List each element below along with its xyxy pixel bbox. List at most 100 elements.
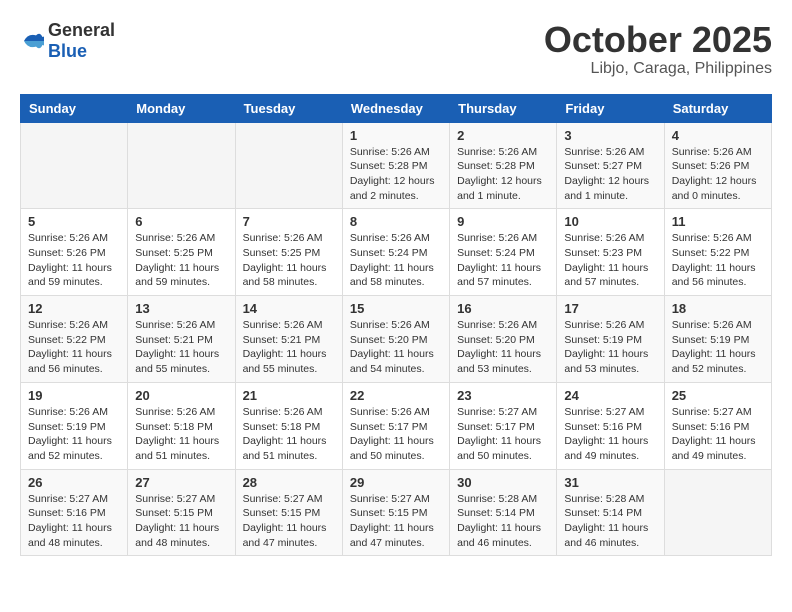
calendar-cell: 27 Sunrise: 5:27 AM Sunset: 5:15 PM Dayli…: [128, 469, 235, 556]
day-number: 7: [243, 214, 335, 229]
calendar-cell: 18Sunrise: 5:26 AM Sunset: 5:19 PM Dayli…: [664, 296, 771, 383]
month-title: October 2025: [544, 20, 772, 60]
weekday-header: Tuesday: [235, 94, 342, 122]
day-number: 17: [564, 301, 656, 316]
day-info: Sunrise: 5:27 AM Sunset: 5:17 PM Dayligh…: [457, 405, 549, 464]
calendar-cell: 31 Sunrise: 5:28 AM Sunset: 5:14 PM Dayli…: [557, 469, 664, 556]
day-info: Sunrise: 5:26 AM Sunset: 5:25 PM Dayligh…: [135, 231, 227, 290]
day-info: Sunrise: 5:26 AM Sunset: 5:28 PM Dayligh…: [350, 145, 442, 204]
calendar-cell: 19Sunrise: 5:26 AM Sunset: 5:19 PM Dayli…: [21, 382, 128, 469]
day-info: Sunrise: 5:26 AM Sunset: 5:28 PM Dayligh…: [457, 145, 549, 204]
day-info: Sunrise: 5:26 AM Sunset: 5:19 PM Dayligh…: [672, 318, 764, 377]
calendar-cell: [21, 122, 128, 209]
day-info: Sunrise: 5:27 AM Sunset: 5:15 PM Dayligh…: [243, 492, 335, 551]
calendar-cell: 12 Sunrise: 5:26 AM Sunset: 5:22 PM Dayli…: [21, 296, 128, 383]
calendar-cell: 8Sunrise: 5:26 AM Sunset: 5:24 PM Daylig…: [342, 209, 449, 296]
weekday-header: Sunday: [21, 94, 128, 122]
day-info: Sunrise: 5:26 AM Sunset: 5:19 PM Dayligh…: [564, 318, 656, 377]
day-number: 24: [564, 388, 656, 403]
day-info: Sunrise: 5:26 AM Sunset: 5:17 PM Dayligh…: [350, 405, 442, 464]
day-number: 31: [564, 475, 656, 490]
calendar-cell: 28 Sunrise: 5:27 AM Sunset: 5:15 PM Dayli…: [235, 469, 342, 556]
calendar-cell: 22 Sunrise: 5:26 AM Sunset: 5:17 PM Dayli…: [342, 382, 449, 469]
calendar-cell: 6 Sunrise: 5:26 AM Sunset: 5:25 PM Daylig…: [128, 209, 235, 296]
day-number: 15: [350, 301, 442, 316]
day-info: Sunrise: 5:26 AM Sunset: 5:23 PM Dayligh…: [564, 231, 656, 290]
title-area: October 2025 Libjo, Caraga, Philippines: [544, 20, 772, 78]
day-info: Sunrise: 5:26 AM Sunset: 5:18 PM Dayligh…: [135, 405, 227, 464]
day-number: 2: [457, 128, 549, 143]
day-info: Sunrise: 5:26 AM Sunset: 5:22 PM Dayligh…: [672, 231, 764, 290]
calendar-cell: 26 Sunrise: 5:27 AM Sunset: 5:16 PM Dayli…: [21, 469, 128, 556]
calendar-week-row: 1 Sunrise: 5:26 AM Sunset: 5:28 PM Daylig…: [21, 122, 772, 209]
day-info: Sunrise: 5:27 AM Sunset: 5:15 PM Dayligh…: [135, 492, 227, 551]
calendar-cell: 17 Sunrise: 5:26 AM Sunset: 5:19 PM Dayli…: [557, 296, 664, 383]
day-info: Sunrise: 5:27 AM Sunset: 5:16 PM Dayligh…: [28, 492, 120, 551]
weekday-header: Saturday: [664, 94, 771, 122]
calendar: SundayMondayTuesdayWednesdayThursdayFrid…: [20, 94, 772, 557]
day-number: 12: [28, 301, 120, 316]
calendar-cell: 20 Sunrise: 5:26 AM Sunset: 5:18 PM Dayli…: [128, 382, 235, 469]
day-number: 14: [243, 301, 335, 316]
calendar-cell: 24Sunrise: 5:27 AM Sunset: 5:16 PM Dayli…: [557, 382, 664, 469]
calendar-cell: 23Sunrise: 5:27 AM Sunset: 5:17 PM Dayli…: [450, 382, 557, 469]
calendar-cell: 3Sunrise: 5:26 AM Sunset: 5:27 PM Daylig…: [557, 122, 664, 209]
day-number: 13: [135, 301, 227, 316]
calendar-cell: [664, 469, 771, 556]
day-number: 30: [457, 475, 549, 490]
day-number: 20: [135, 388, 227, 403]
day-number: 27: [135, 475, 227, 490]
calendar-cell: 9 Sunrise: 5:26 AM Sunset: 5:24 PM Daylig…: [450, 209, 557, 296]
day-info: Sunrise: 5:26 AM Sunset: 5:18 PM Dayligh…: [243, 405, 335, 464]
day-info: Sunrise: 5:26 AM Sunset: 5:21 PM Dayligh…: [135, 318, 227, 377]
day-info: Sunrise: 5:27 AM Sunset: 5:16 PM Dayligh…: [672, 405, 764, 464]
calendar-header-row: SundayMondayTuesdayWednesdayThursdayFrid…: [21, 94, 772, 122]
location-title: Libjo, Caraga, Philippines: [544, 60, 772, 78]
logo: General Blue: [20, 20, 115, 62]
weekday-header: Monday: [128, 94, 235, 122]
logo-text: General Blue: [48, 20, 115, 62]
day-number: 8: [350, 214, 442, 229]
calendar-week-row: 26 Sunrise: 5:27 AM Sunset: 5:16 PM Dayli…: [21, 469, 772, 556]
calendar-cell: 1 Sunrise: 5:26 AM Sunset: 5:28 PM Daylig…: [342, 122, 449, 209]
day-info: Sunrise: 5:26 AM Sunset: 5:26 PM Dayligh…: [672, 145, 764, 204]
weekday-header: Thursday: [450, 94, 557, 122]
day-number: 5: [28, 214, 120, 229]
day-number: 19: [28, 388, 120, 403]
day-info: Sunrise: 5:26 AM Sunset: 5:24 PM Dayligh…: [457, 231, 549, 290]
calendar-cell: [235, 122, 342, 209]
day-info: Sunrise: 5:26 AM Sunset: 5:21 PM Dayligh…: [243, 318, 335, 377]
calendar-cell: 4Sunrise: 5:26 AM Sunset: 5:26 PM Daylig…: [664, 122, 771, 209]
day-number: 10: [564, 214, 656, 229]
day-number: 16: [457, 301, 549, 316]
day-number: 3: [564, 128, 656, 143]
calendar-cell: 14 Sunrise: 5:26 AM Sunset: 5:21 PM Dayli…: [235, 296, 342, 383]
day-number: 1: [350, 128, 442, 143]
calendar-cell: 7 Sunrise: 5:26 AM Sunset: 5:25 PM Daylig…: [235, 209, 342, 296]
day-number: 26: [28, 475, 120, 490]
calendar-cell: 2 Sunrise: 5:26 AM Sunset: 5:28 PM Daylig…: [450, 122, 557, 209]
day-info: Sunrise: 5:26 AM Sunset: 5:22 PM Dayligh…: [28, 318, 120, 377]
day-number: 9: [457, 214, 549, 229]
day-info: Sunrise: 5:26 AM Sunset: 5:25 PM Dayligh…: [243, 231, 335, 290]
day-number: 21: [243, 388, 335, 403]
calendar-cell: 10 Sunrise: 5:26 AM Sunset: 5:23 PM Dayli…: [557, 209, 664, 296]
day-info: Sunrise: 5:28 AM Sunset: 5:14 PM Dayligh…: [457, 492, 549, 551]
calendar-cell: [128, 122, 235, 209]
day-info: Sunrise: 5:27 AM Sunset: 5:15 PM Dayligh…: [350, 492, 442, 551]
day-info: Sunrise: 5:26 AM Sunset: 5:26 PM Dayligh…: [28, 231, 120, 290]
calendar-week-row: 5 Sunrise: 5:26 AM Sunset: 5:26 PM Daylig…: [21, 209, 772, 296]
day-number: 6: [135, 214, 227, 229]
logo-icon: [20, 29, 44, 53]
day-info: Sunrise: 5:28 AM Sunset: 5:14 PM Dayligh…: [564, 492, 656, 551]
day-number: 28: [243, 475, 335, 490]
calendar-cell: 11Sunrise: 5:26 AM Sunset: 5:22 PM Dayli…: [664, 209, 771, 296]
calendar-cell: 29Sunrise: 5:27 AM Sunset: 5:15 PM Dayli…: [342, 469, 449, 556]
calendar-cell: 13 Sunrise: 5:26 AM Sunset: 5:21 PM Dayli…: [128, 296, 235, 383]
calendar-cell: 25Sunrise: 5:27 AM Sunset: 5:16 PM Dayli…: [664, 382, 771, 469]
weekday-header: Friday: [557, 94, 664, 122]
weekday-header: Wednesday: [342, 94, 449, 122]
day-number: 22: [350, 388, 442, 403]
calendar-cell: 16 Sunrise: 5:26 AM Sunset: 5:20 PM Dayli…: [450, 296, 557, 383]
day-info: Sunrise: 5:26 AM Sunset: 5:20 PM Dayligh…: [457, 318, 549, 377]
